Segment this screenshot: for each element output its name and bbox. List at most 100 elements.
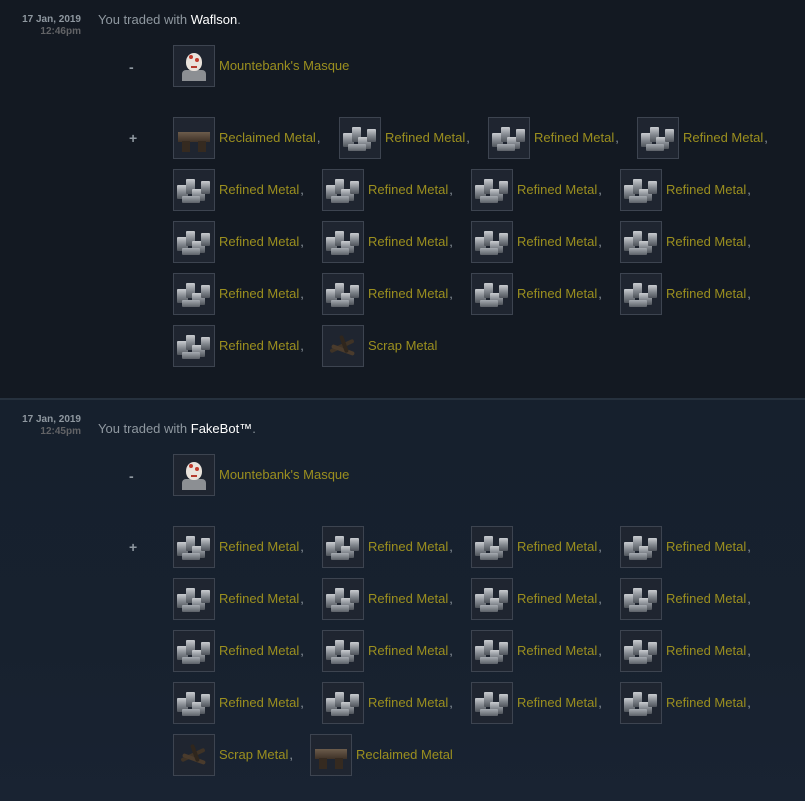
masque-icon bbox=[173, 454, 215, 496]
reclaimed-metal-icon bbox=[310, 734, 352, 776]
item-name: Refined Metal bbox=[666, 286, 747, 301]
item-name: Reclaimed Metal bbox=[356, 747, 453, 762]
trade-timestamp: 17 Jan, 2019 12:45pm bbox=[22, 414, 81, 438]
refined-metal-icon bbox=[471, 273, 513, 315]
item-name: Refined Metal bbox=[219, 591, 300, 606]
received-item[interactable]: Refined Metal, bbox=[620, 682, 751, 724]
received-item[interactable]: Refined Metal, bbox=[322, 682, 453, 724]
received-item[interactable]: Refined Metal, bbox=[322, 169, 453, 211]
received-item[interactable]: Refined Metal, bbox=[173, 578, 304, 620]
item-name: Refined Metal bbox=[666, 695, 747, 710]
received-item[interactable]: Scrap Metal bbox=[322, 325, 438, 367]
received-item[interactable]: Refined Metal, bbox=[173, 221, 304, 263]
item-name: Refined Metal bbox=[666, 234, 747, 249]
refined-metal-icon bbox=[339, 117, 381, 159]
received-item[interactable]: Refined Metal, bbox=[471, 682, 602, 724]
item-name: Refined Metal bbox=[368, 539, 449, 554]
received-item[interactable]: Refined Metal, bbox=[471, 526, 602, 568]
refined-metal-icon bbox=[620, 526, 662, 568]
received-item[interactable]: Refined Metal, bbox=[322, 578, 453, 620]
refined-metal-icon bbox=[322, 526, 364, 568]
trade-time: 12:45pm bbox=[40, 426, 81, 437]
item-name: Refined Metal bbox=[666, 539, 747, 554]
received-item[interactable]: Refined Metal, bbox=[322, 630, 453, 672]
received-item[interactable]: Scrap Metal, bbox=[173, 734, 293, 776]
received-item[interactable]: Reclaimed Metal, bbox=[173, 117, 320, 159]
received-item[interactable]: Refined Metal, bbox=[620, 578, 751, 620]
refined-metal-icon bbox=[173, 630, 215, 672]
refined-metal-icon bbox=[322, 578, 364, 620]
refined-metal-icon bbox=[322, 169, 364, 211]
received-item[interactable]: Refined Metal, bbox=[471, 630, 602, 672]
refined-metal-icon bbox=[173, 221, 215, 263]
received-item[interactable]: Refined Metal, bbox=[488, 117, 619, 159]
items-given-sign: - bbox=[129, 468, 134, 484]
item-name: Refined Metal bbox=[683, 130, 764, 145]
received-item[interactable]: Refined Metal, bbox=[620, 221, 751, 263]
received-item[interactable]: Reclaimed Metal bbox=[310, 734, 454, 776]
refined-metal-icon bbox=[620, 169, 662, 211]
received-item[interactable]: Refined Metal, bbox=[471, 578, 602, 620]
refined-metal-icon bbox=[488, 117, 530, 159]
trade-date: 17 Jan, 2019 bbox=[22, 14, 81, 25]
items-received-sign: + bbox=[129, 130, 138, 146]
refined-metal-icon bbox=[471, 526, 513, 568]
received-item[interactable]: Refined Metal, bbox=[620, 169, 751, 211]
received-item[interactable]: Refined Metal, bbox=[322, 221, 453, 263]
refined-metal-icon bbox=[173, 578, 215, 620]
item-name: Refined Metal bbox=[368, 182, 449, 197]
trade-partner-link[interactable]: FakeBot™ bbox=[191, 421, 252, 436]
refined-metal-icon bbox=[322, 273, 364, 315]
item-name: Refined Metal bbox=[517, 643, 598, 658]
received-item[interactable]: Refined Metal, bbox=[173, 169, 304, 211]
trade-description: You traded with Waflson. bbox=[98, 12, 241, 28]
refined-metal-icon bbox=[322, 682, 364, 724]
item-name: Refined Metal bbox=[368, 695, 449, 710]
received-item[interactable]: Refined Metal, bbox=[620, 273, 751, 315]
item-name: Refined Metal bbox=[517, 695, 598, 710]
trade-partner-link[interactable]: Waflson bbox=[191, 12, 237, 27]
trade-timestamp: 17 Jan, 2019 12:46pm bbox=[22, 14, 81, 38]
received-item[interactable]: Refined Metal, bbox=[339, 117, 470, 159]
received-item[interactable]: Refined Metal, bbox=[173, 526, 304, 568]
scrap-metal-icon bbox=[322, 325, 364, 367]
item-name: Mountebank's Masque bbox=[219, 58, 350, 73]
received-item[interactable]: Refined Metal, bbox=[322, 526, 453, 568]
item-name: Refined Metal bbox=[368, 286, 449, 301]
items-received-sign: + bbox=[129, 539, 138, 555]
trade-description: You traded with FakeBot™. bbox=[98, 421, 256, 437]
received-item[interactable]: Refined Metal, bbox=[471, 169, 602, 211]
trade-date: 17 Jan, 2019 bbox=[22, 414, 81, 425]
item-name: Refined Metal bbox=[517, 182, 598, 197]
received-item[interactable]: Refined Metal, bbox=[471, 273, 602, 315]
refined-metal-icon bbox=[322, 221, 364, 263]
item-name: Refined Metal bbox=[666, 182, 747, 197]
item-name: Refined Metal bbox=[219, 286, 300, 301]
item-name: Refined Metal bbox=[219, 539, 300, 554]
received-item[interactable]: Refined Metal, bbox=[620, 526, 751, 568]
item-name: Refined Metal bbox=[219, 643, 300, 658]
trade-time: 12:46pm bbox=[40, 26, 81, 37]
item-name: Refined Metal bbox=[219, 182, 300, 197]
masque-icon bbox=[173, 45, 215, 87]
item-name: Refined Metal bbox=[219, 338, 300, 353]
received-item[interactable]: Refined Metal, bbox=[322, 273, 453, 315]
trade-description-suffix: . bbox=[252, 421, 256, 436]
received-item[interactable]: Refined Metal, bbox=[471, 221, 602, 263]
item-name: Reclaimed Metal bbox=[219, 130, 316, 145]
item-name: Refined Metal bbox=[666, 643, 747, 658]
received-item[interactable]: Refined Metal, bbox=[173, 273, 304, 315]
received-item[interactable]: Refined Metal, bbox=[620, 630, 751, 672]
trade-history-row: 17 Jan, 2019 12:46pm You traded with Waf… bbox=[0, 0, 805, 398]
received-item[interactable]: Refined Metal, bbox=[173, 630, 304, 672]
given-item[interactable]: Mountebank's Masque bbox=[173, 454, 349, 496]
trade-description-prefix: You traded with bbox=[98, 12, 191, 27]
item-name: Scrap Metal bbox=[219, 747, 289, 762]
received-item[interactable]: Refined Metal, bbox=[173, 325, 304, 367]
item-name: Refined Metal bbox=[219, 234, 300, 249]
received-item[interactable]: Refined Metal, bbox=[173, 682, 304, 724]
refined-metal-icon bbox=[620, 578, 662, 620]
given-item[interactable]: Mountebank's Masque bbox=[173, 45, 349, 87]
refined-metal-icon bbox=[637, 117, 679, 159]
received-item[interactable]: Refined Metal, bbox=[637, 117, 768, 159]
